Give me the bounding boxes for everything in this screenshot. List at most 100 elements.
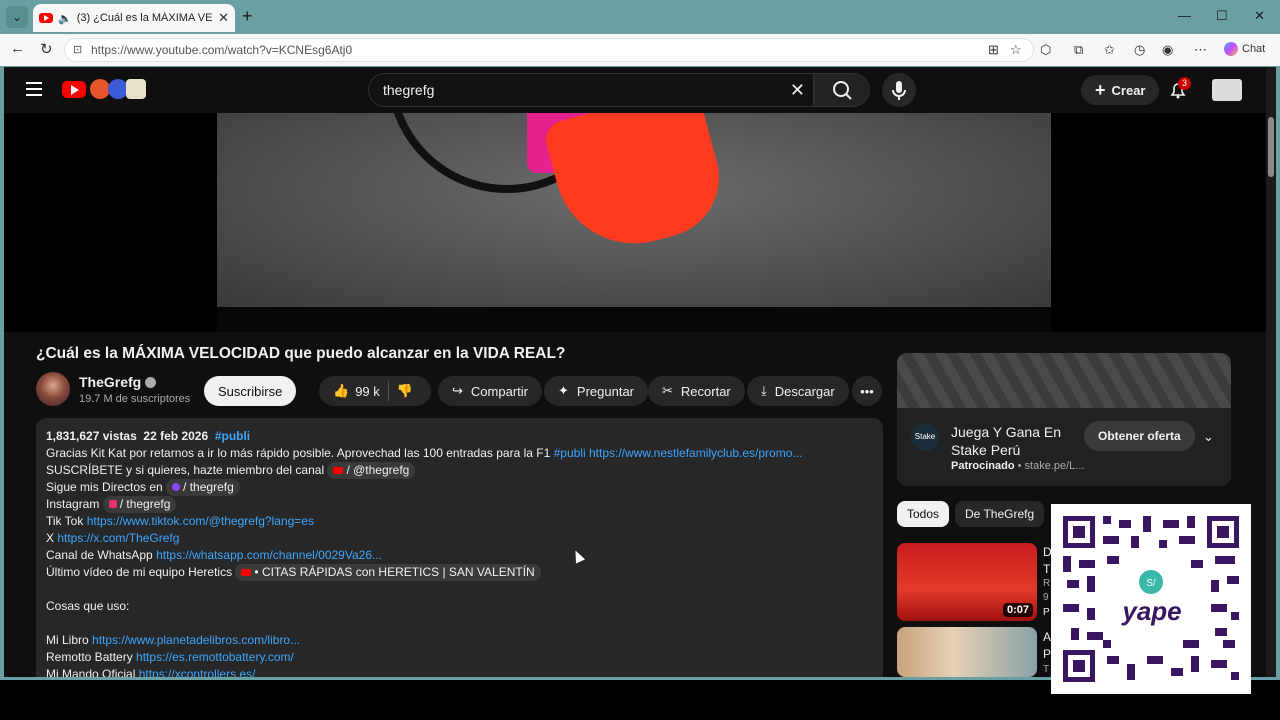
- sparkle-icon: ✦: [558, 383, 569, 398]
- url-text: https://www.youtube.com/watch?v=KCNEsg6A…: [91, 43, 353, 57]
- description-box[interactable]: 1,831,627 vistas 22 feb 2026 #publi Grac…: [36, 418, 883, 677]
- profile-icon[interactable]: ◉: [1162, 42, 1173, 58]
- more-actions-button[interactable]: •••: [852, 376, 882, 406]
- ad-title[interactable]: Juega Y Gana En Stake Perú: [951, 423, 1081, 459]
- recommended-title-fragment[interactable]: A: [1043, 630, 1051, 644]
- page-scrollbar[interactable]: [1266, 67, 1276, 677]
- recommended-title-fragment[interactable]: P: [1043, 647, 1051, 661]
- yape-qr-code: S/ yape: [1051, 504, 1251, 694]
- view-count: 1,831,627 vistas: [46, 429, 137, 443]
- download-icon: ⤓: [761, 383, 767, 398]
- like-dislike-group: 👍 99 k 👎: [319, 376, 431, 406]
- ask-label: Preguntar: [576, 383, 634, 399]
- hashtag-link[interactable]: #publi: [554, 446, 586, 460]
- share-label: Compartir: [470, 383, 528, 399]
- promo-link[interactable]: https://www.nestlefamilyclub.es/promo...: [589, 446, 802, 460]
- history-icon[interactable]: ◷: [1134, 42, 1145, 58]
- recommended-thumbnail[interactable]: [897, 627, 1037, 677]
- channel-avatar[interactable]: [36, 372, 70, 406]
- twitch-chip-link[interactable]: / thegrefg: [166, 479, 240, 496]
- share-button[interactable]: ↪ Compartir: [438, 376, 542, 406]
- instagram-chip-link[interactable]: / thegrefg: [102, 496, 177, 513]
- description-text: Sigue mis Directos en: [46, 480, 167, 494]
- more-options-icon[interactable]: ⋯: [1194, 42, 1207, 58]
- back-arrow-icon[interactable]: ←: [10, 40, 25, 57]
- like-count: 99 k: [355, 383, 380, 399]
- tab-youtube[interactable]: 🔈 (3) ¿Cuál es la MÁXIMA VELOCI ✕: [33, 4, 235, 32]
- book-link[interactable]: https://www.planetadelibros.com/libro...: [92, 633, 300, 647]
- tab-actions-button[interactable]: ⌄: [6, 6, 28, 28]
- split-screen-icon[interactable]: ⧉: [1074, 42, 1083, 58]
- download-label: Descargar: [774, 383, 835, 399]
- youtube-favicon-icon: [39, 13, 53, 23]
- description-line: X https://x.com/TheGrefg: [46, 530, 873, 547]
- app-available-icon[interactable]: ⊞: [988, 42, 999, 58]
- sponsored-ad[interactable]: Stake Juega Y Gana En Stake Perú Patroci…: [897, 353, 1231, 486]
- video-chip-link[interactable]: • CITAS RÁPIDAS con HERETICS | SAN VALEN…: [235, 564, 541, 581]
- account-avatar[interactable]: [1212, 79, 1242, 101]
- clear-search-icon[interactable]: ✕: [790, 80, 805, 101]
- menu-icon[interactable]: [26, 82, 42, 96]
- scrollbar-thumb[interactable]: [1268, 117, 1274, 177]
- subscribe-button[interactable]: Suscribirse: [204, 376, 297, 406]
- search-button[interactable]: [814, 73, 870, 107]
- description-line: Gracias Kit Kat por retarnos a ir lo más…: [46, 445, 873, 462]
- recommended-title-fragment[interactable]: T: [1043, 562, 1050, 576]
- video-player[interactable]: [4, 113, 1266, 332]
- chevron-down-icon[interactable]: ⌄: [1203, 429, 1214, 445]
- whatsapp-link[interactable]: https://whatsapp.com/channel/0029Va26...: [156, 548, 382, 562]
- like-button[interactable]: 👍 99 k: [333, 383, 380, 399]
- copilot-chat-button[interactable]: Chat: [1224, 42, 1265, 56]
- recommended-thumbnail[interactable]: 0:07: [897, 543, 1037, 621]
- refresh-icon[interactable]: ↻: [40, 40, 53, 58]
- tiktok-link[interactable]: https://www.tiktok.com/@thegrefg?lang=es: [87, 514, 314, 528]
- microphone-icon: [892, 81, 906, 100]
- favorite-star-icon[interactable]: ☆: [1010, 42, 1022, 58]
- doodle-icon[interactable]: [108, 79, 128, 99]
- description-line: SUSCRÍBETE y si quieres, hazte miembro d…: [46, 462, 873, 479]
- doodle-icon[interactable]: [90, 79, 110, 99]
- address-bar[interactable]: ⊡ https://www.youtube.com/watch?v=KCNEsg…: [64, 38, 1034, 62]
- tab-close-icon[interactable]: ✕: [218, 10, 229, 26]
- remotto-link[interactable]: https://es.remottobattery.com/: [136, 650, 294, 664]
- doodle-icon[interactable]: [126, 79, 146, 99]
- description-line: Último vídeo de mi equipo Heretics • CIT…: [46, 564, 873, 581]
- chip-text: / thegrefg: [119, 497, 171, 511]
- description-line: Remotto Battery https://es.remottobatter…: [46, 649, 873, 666]
- controller-link[interactable]: https://xcontrollers.es/: [139, 667, 256, 677]
- ad-banner-image[interactable]: [897, 353, 1231, 408]
- description-line: Cosas que uso:: [46, 599, 130, 613]
- download-button[interactable]: ⤓ Descargar: [747, 376, 849, 406]
- advertiser-logo[interactable]: Stake: [911, 423, 939, 451]
- maximize-button[interactable]: ☐: [1216, 8, 1228, 24]
- new-tab-button[interactable]: +: [242, 6, 253, 27]
- ask-button[interactable]: ✦ Preguntar: [544, 376, 648, 406]
- extensions-icon[interactable]: ⬡: [1040, 42, 1051, 58]
- instagram-icon: [108, 500, 117, 508]
- clip-button[interactable]: ✂ Recortar: [648, 376, 745, 406]
- verified-icon: [145, 376, 157, 388]
- channel-chip-link[interactable]: / @thegrefg: [327, 462, 416, 479]
- close-window-button[interactable]: ✕: [1254, 8, 1265, 24]
- chip-all[interactable]: Todos: [897, 501, 950, 527]
- thumbs-up-icon: 👍: [333, 383, 350, 398]
- x-link[interactable]: https://x.com/TheGrefg: [57, 531, 179, 545]
- create-button[interactable]: + Crear: [1081, 75, 1160, 105]
- youtube-logo[interactable]: [62, 81, 86, 98]
- favorites-icon[interactable]: ✩: [1104, 42, 1115, 58]
- minimize-button[interactable]: —: [1178, 8, 1191, 23]
- chip-text: • CITAS RÁPIDAS con HERETICS | SAN VALEN…: [254, 565, 535, 579]
- site-info-icon[interactable]: ⊡: [73, 43, 82, 56]
- youtube-icon: [333, 467, 344, 474]
- search-input[interactable]: thegrefg ✕: [368, 73, 814, 107]
- thumbs-down-icon[interactable]: 👎: [397, 383, 413, 399]
- get-offer-button[interactable]: Obtener oferta: [1084, 421, 1195, 451]
- voice-search-button[interactable]: [882, 73, 916, 107]
- channel-name[interactable]: TheGrefg: [79, 374, 157, 390]
- video-scene: [541, 113, 733, 262]
- video-frame[interactable]: [217, 113, 1051, 307]
- speaker-icon[interactable]: 🔈: [58, 12, 72, 25]
- chip-from-channel[interactable]: De TheGrefg: [955, 501, 1045, 527]
- hashtag-link[interactable]: #publi: [215, 429, 250, 443]
